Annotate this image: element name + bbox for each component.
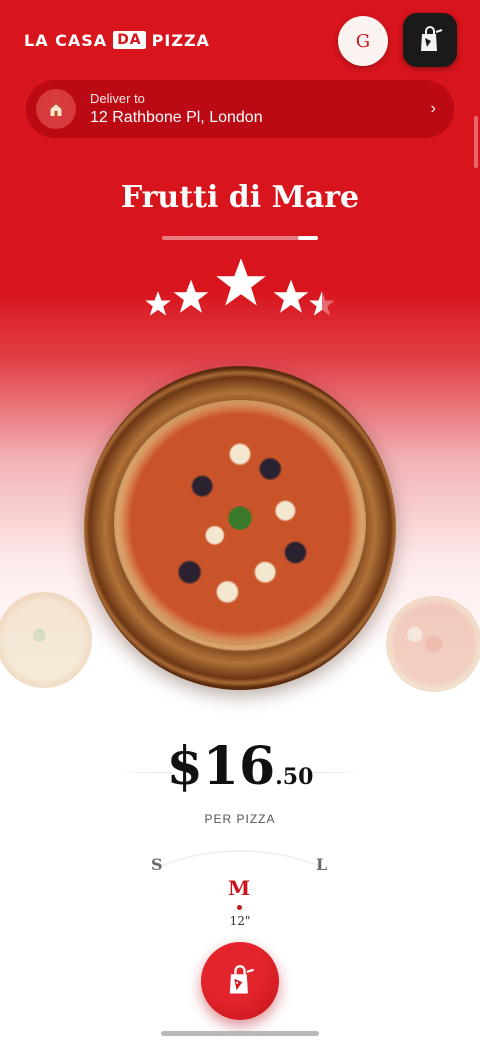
price-main: $16 xyxy=(166,736,276,797)
delivery-label: Deliver to xyxy=(90,91,145,106)
scroll-indicator xyxy=(474,116,478,168)
avatar-initial: G xyxy=(355,30,371,52)
previous-pizza-image[interactable] xyxy=(0,592,92,688)
delivery-address: 12 Rathbone Pl, London xyxy=(90,109,263,126)
brand-logo[interactable]: LA CASA DA PIZZA xyxy=(24,30,210,50)
carousel-indicator-active xyxy=(298,236,318,240)
brand-text-part3: PIZZA xyxy=(151,30,210,50)
header: LA CASA DA PIZZA G xyxy=(0,0,480,80)
star-icon xyxy=(216,258,266,306)
user-avatar[interactable]: G xyxy=(338,16,388,66)
home-icon xyxy=(36,89,76,129)
price: $16.50 xyxy=(0,736,480,797)
pizza-image xyxy=(114,400,366,646)
star-icon xyxy=(173,279,209,313)
rating-stars xyxy=(140,252,340,322)
delivery-address-bar[interactable]: Deliver to 12 Rathbone Pl, London › xyxy=(26,80,454,138)
delivery-text: Deliver to 12 Rathbone Pl, London xyxy=(90,91,431,127)
brand-text-part2: DA xyxy=(113,31,146,49)
brand-text-part1: LA CASA xyxy=(24,30,108,50)
home-indicator[interactable] xyxy=(161,1031,319,1036)
selected-size-inches: 12" xyxy=(229,914,251,928)
chevron-right-icon: › xyxy=(430,100,436,117)
size-option-m[interactable]: M xyxy=(228,876,250,900)
add-to-cart-button[interactable] xyxy=(201,942,279,1020)
star-icon xyxy=(145,291,171,316)
price-unit: PER PIZZA xyxy=(204,812,276,826)
star-icon xyxy=(273,279,309,313)
size-option-s[interactable]: S xyxy=(151,855,163,874)
add-to-bag-icon xyxy=(229,965,254,994)
price-cents: .50 xyxy=(275,764,314,790)
carousel-indicator xyxy=(162,236,318,240)
next-pizza-image[interactable] xyxy=(386,596,480,692)
shopping-bag-icon xyxy=(421,26,443,51)
product-title: Frutti di Mare xyxy=(120,180,360,215)
star-half-icon xyxy=(309,291,335,316)
selected-size-indicator xyxy=(237,905,242,910)
size-option-l[interactable]: L xyxy=(316,855,327,874)
cart-button[interactable] xyxy=(403,13,457,67)
